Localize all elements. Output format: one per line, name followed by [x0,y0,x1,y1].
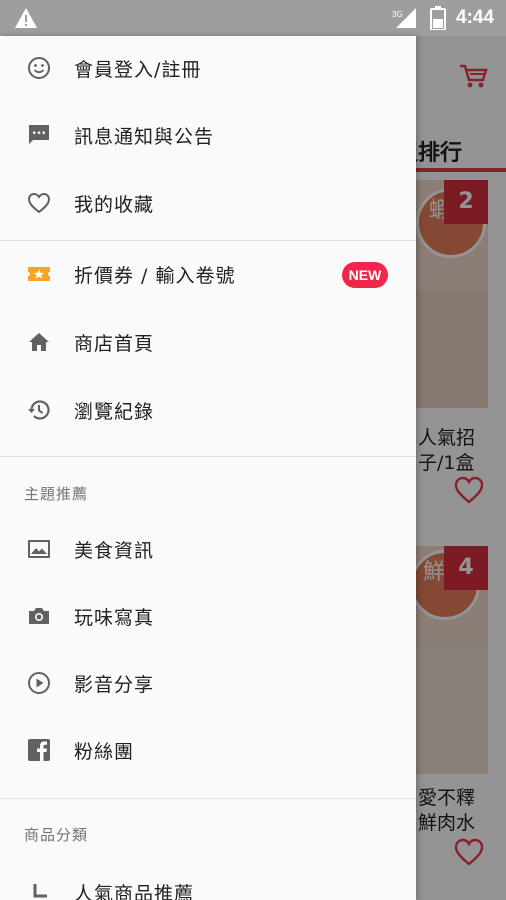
divider [0,456,416,457]
menu-item-store-home[interactable]: 商店首頁 [0,310,416,374]
svg-text:3G: 3G [392,10,403,19]
menu-item-fan-page[interactable]: 粉絲團 [0,718,416,782]
divider [0,798,416,799]
signal-icon: 3G [392,8,416,28]
new-badge: NEW [342,262,388,288]
menu-item-label: 商店首頁 [74,333,155,355]
menu-item-label: 美食資訊 [74,540,155,562]
play-icon [28,672,50,694]
smiley-icon [28,57,50,79]
menu-item-photos[interactable]: 玩味寫真 [0,584,416,648]
home-icon [29,333,49,351]
camera-icon [29,608,49,624]
history-icon [28,400,50,420]
status-bar: 3G 4:44 [0,0,506,36]
image-icon [28,540,50,558]
heart-icon [27,192,51,214]
battery-icon [430,6,446,30]
menu-item-label: 我的收藏 [74,194,155,216]
facebook-icon [28,739,50,761]
divider [0,240,416,241]
warning-icon [15,8,37,28]
menu-item-label: 會員登入/註冊 [74,59,202,81]
subitem-corner-icon [33,884,47,898]
menu-item-label: 人氣商品推薦 [74,883,195,900]
coupon-icon [28,267,50,281]
menu-item-label: 訊息通知與公告 [74,126,215,148]
section-header-category: 商品分類 [24,826,89,844]
menu-item-member-login[interactable]: 會員登入/註冊 [0,36,416,100]
menu-item-label: 折價券 / 輸入卷號 [74,265,236,287]
menu-item-favorites[interactable]: 我的收藏 [0,171,416,235]
menu-item-video-share[interactable]: 影音分享 [0,651,416,715]
menu-item-popular-products[interactable]: 人氣商品推薦 [0,860,416,900]
menu-item-browse-history[interactable]: 瀏覽紀錄 [0,378,416,442]
message-icon [29,125,49,144]
menu-item-label: 粉絲團 [74,741,135,763]
menu-item-label: 玩味寫真 [74,607,155,629]
section-header-theme: 主題推薦 [24,485,89,503]
menu-item-coupon[interactable]: 折價券 / 輸入卷號 NEW [0,242,416,306]
menu-item-food-info[interactable]: 美食資訊 [0,517,416,581]
navigation-drawer: 會員登入/註冊 訊息通知與公告 我的收藏 折價券 / 輸入卷號 NEW 商店首頁 [0,36,416,900]
clock: 4:44 [456,7,495,28]
menu-item-label: 瀏覽紀錄 [74,401,155,423]
menu-item-notifications[interactable]: 訊息通知與公告 [0,103,416,167]
menu-item-label: 影音分享 [74,674,155,696]
